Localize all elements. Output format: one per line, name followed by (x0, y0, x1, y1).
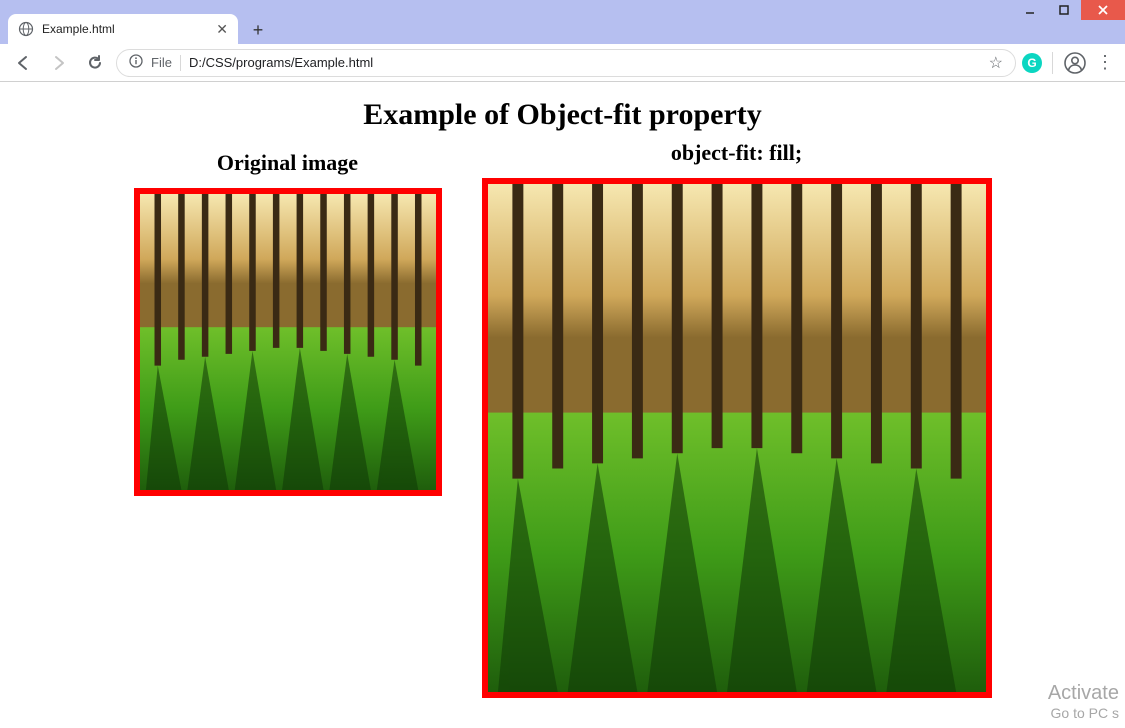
browser-toolbar: File D:/CSS/programs/Example.html ☆ G ⋮ (0, 44, 1125, 82)
profile-avatar-icon[interactable] (1063, 51, 1087, 75)
window-controls (1013, 0, 1125, 20)
browser-tab[interactable]: Example.html ✕ (8, 14, 238, 44)
extension-letter: G (1027, 56, 1036, 70)
original-image (134, 188, 442, 496)
fill-image (482, 178, 992, 698)
page-viewport: Example of Object-fit property Original … (0, 82, 1125, 728)
tab-strip: Example.html ✕ + (0, 10, 1125, 44)
url-scheme-label: File (151, 55, 172, 70)
minimize-button[interactable] (1013, 0, 1047, 20)
content-row: Original image (0, 140, 1125, 698)
bookmark-star-icon[interactable]: ☆ (989, 53, 1003, 73)
back-button[interactable] (8, 48, 38, 78)
page-title: Example of Object-fit property (0, 98, 1125, 132)
extension-badge[interactable]: G (1022, 53, 1042, 73)
forward-button[interactable] (44, 48, 74, 78)
close-window-button[interactable] (1081, 0, 1125, 20)
browser-window: Example.html ✕ + File D:/CSS/programs/Ex… (0, 0, 1125, 728)
original-heading: Original image (217, 150, 358, 176)
reload-button[interactable] (80, 48, 110, 78)
column-fill: object-fit: fill; (482, 140, 992, 698)
info-icon[interactable] (129, 54, 143, 71)
url-path: D:/CSS/programs/Example.html (189, 55, 981, 70)
menu-kebab-icon[interactable]: ⋮ (1093, 51, 1117, 75)
close-tab-icon[interactable]: ✕ (216, 21, 228, 38)
tab-title: Example.html (42, 22, 208, 36)
toolbar-divider (1052, 52, 1053, 74)
titlebar (0, 0, 1125, 10)
fill-heading: object-fit: fill; (671, 140, 802, 166)
address-separator (180, 55, 181, 71)
new-tab-button[interactable]: + (244, 16, 272, 44)
address-bar[interactable]: File D:/CSS/programs/Example.html ☆ (116, 49, 1016, 77)
maximize-button[interactable] (1047, 0, 1081, 20)
watermark-line2: Go to PC s (1048, 705, 1119, 722)
column-original: Original image (134, 140, 442, 496)
globe-icon (18, 21, 34, 37)
